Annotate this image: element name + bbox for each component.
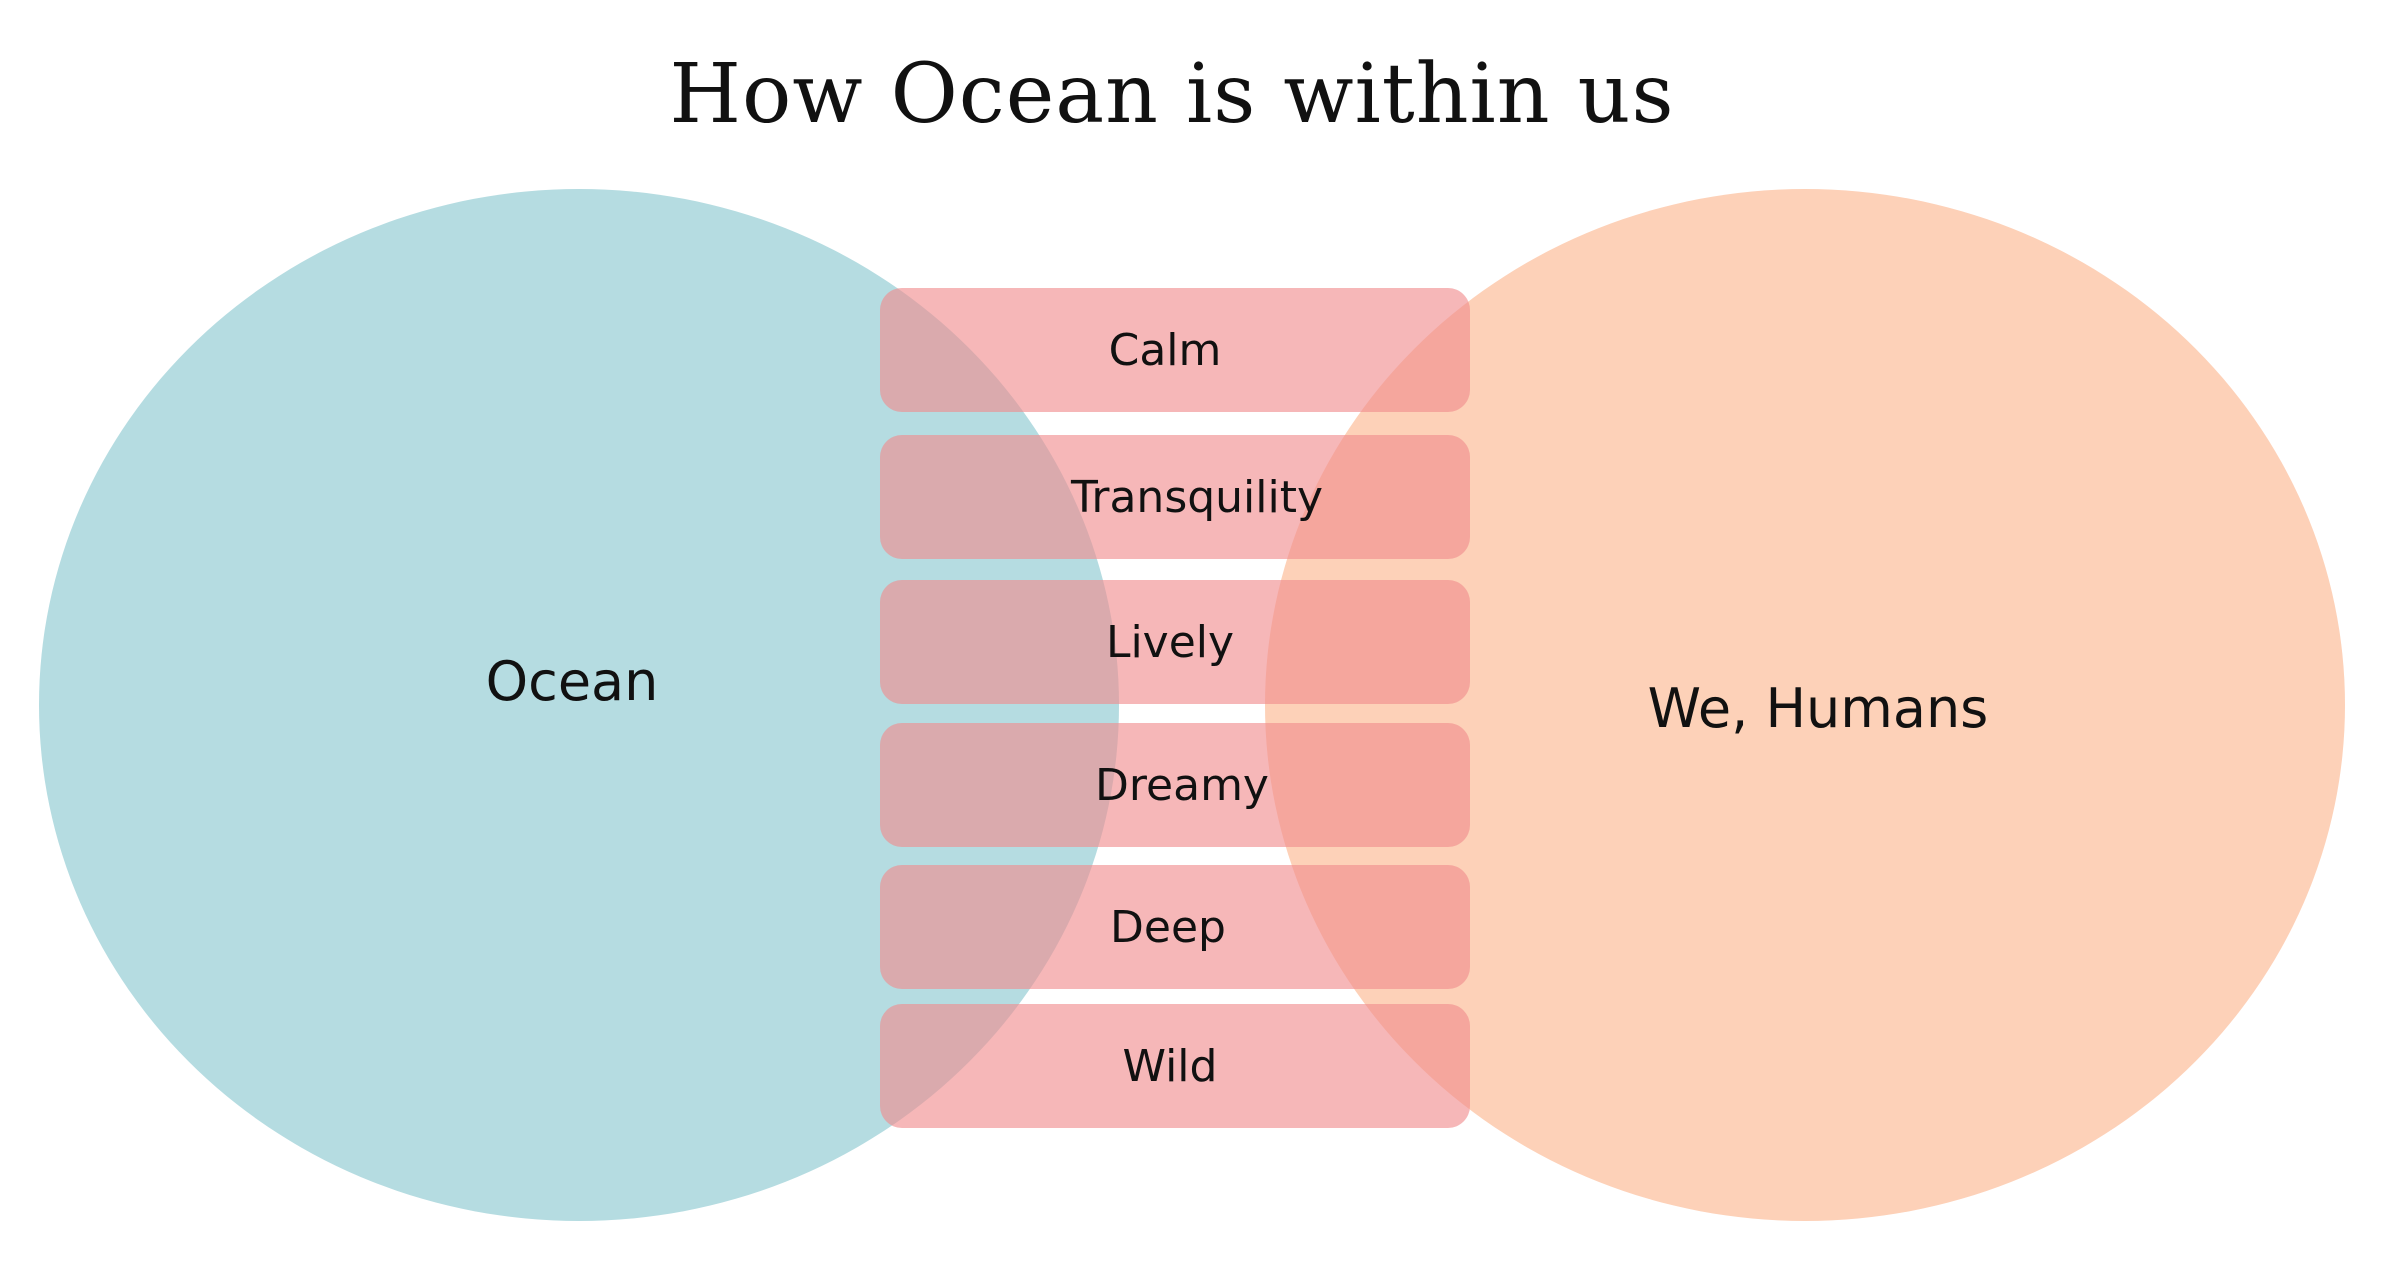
venn-diagram: How Ocean is within us Ocean We, Humans …: [39, 47, 2345, 1221]
shared-trait-label: Lively: [1106, 617, 1234, 668]
diagram-title: How Ocean is within us: [669, 47, 1674, 142]
shared-trait-label: Dreamy: [1095, 760, 1269, 811]
shared-trait-item: Lively: [880, 580, 1470, 704]
shared-trait-label: Transquility: [1070, 472, 1323, 523]
shared-trait-item: Transquility: [880, 435, 1470, 559]
shared-trait-label: Wild: [1123, 1041, 1218, 1092]
shared-trait-label: Calm: [1109, 325, 1222, 376]
shared-trait-item: Dreamy: [880, 723, 1470, 847]
humans-circle-label: We, Humans: [1648, 677, 1989, 740]
shared-trait-item: Deep: [880, 865, 1470, 989]
shared-trait-item: Wild: [880, 1004, 1470, 1128]
ocean-circle-label: Ocean: [486, 650, 659, 713]
shared-trait-item: Calm: [880, 288, 1470, 412]
shared-trait-label: Deep: [1110, 902, 1226, 953]
